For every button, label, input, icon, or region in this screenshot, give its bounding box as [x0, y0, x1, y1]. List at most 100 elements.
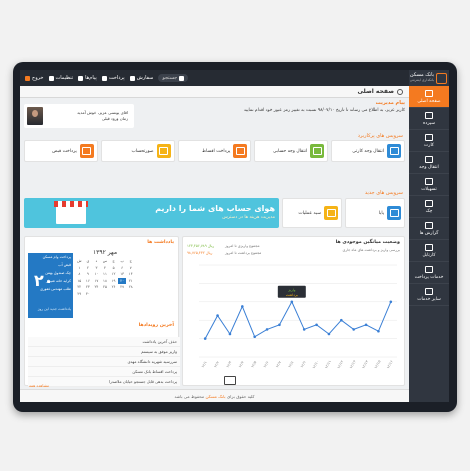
- calendar-day[interactable]: ۲۵: [101, 284, 110, 291]
- calendar-day[interactable]: ۲۴: [92, 284, 101, 291]
- calendar-day[interactable]: ۳۰: [84, 291, 93, 298]
- deposit-icon: [425, 111, 433, 119]
- service-card-account-transfer[interactable]: انتقال وجه حسابی: [254, 140, 329, 162]
- calendar-day[interactable]: ۱۹: [109, 278, 118, 285]
- reminder-item[interactable]: قبض آب: [58, 263, 71, 269]
- calendar-day[interactable]: ۱۰: [92, 271, 101, 278]
- reminder-item[interactable]: پرداخت وام مسکن: [43, 255, 71, 261]
- calendar-day[interactable]: ۲۹: [75, 291, 84, 298]
- loan-icon: [425, 177, 433, 185]
- data-point: [228, 332, 232, 336]
- calendar-day[interactable]: ۱۶: [84, 278, 93, 285]
- event-item[interactable]: سررسید شهریه دانشگاه مهدی: [28, 357, 180, 367]
- service-card-installments[interactable]: پرداخت اقساط: [177, 140, 252, 162]
- logout-button[interactable]: خروج: [25, 75, 44, 81]
- service-card-bill-payment[interactable]: پرداخت قبض: [24, 140, 98, 162]
- cartable-icon: [425, 243, 433, 251]
- payment-button[interactable]: پرداخت: [101, 75, 125, 81]
- mail-icon: [78, 75, 84, 81]
- service-card-operations[interactable]: سید عملیات: [282, 198, 342, 228]
- data-point: [302, 328, 306, 331]
- calendar-day[interactable]: ۱: [75, 265, 84, 272]
- sidebar-item-transfer[interactable]: انتقال وجه: [409, 152, 449, 174]
- sidebar: صفحه اصلی سپرده کارت انتقال وجه تسهیلات …: [409, 86, 449, 402]
- sidebar-item-home[interactable]: صفحه اصلی: [409, 86, 449, 108]
- calendar-day[interactable]: ۱۴: [126, 271, 135, 278]
- calendar-day[interactable]: ۶: [118, 265, 127, 272]
- reminder-item[interactable]: کرایه خانه شیراز: [46, 279, 71, 285]
- calendar-day[interactable]: ۷: [126, 265, 135, 272]
- sidebar-item-cartable[interactable]: کارتابل: [409, 240, 449, 262]
- service-card-card-transfer[interactable]: انتقال وجه کارتی: [331, 140, 405, 162]
- calendar-day[interactable]: ۱۵: [75, 278, 84, 285]
- x-tick-label: ۱۲/۹: [300, 360, 307, 368]
- reminder-item[interactable]: چک صندوق بهمن: [45, 271, 71, 277]
- brand: بانک مسکن بانکداری اینترنتی: [409, 70, 449, 86]
- x-tick-label: ۱۲/۳: [226, 360, 233, 368]
- calendar-day[interactable]: ۲۳: [84, 284, 93, 291]
- calendar-day[interactable]: ۵: [109, 265, 118, 272]
- promo-banner[interactable]: هوای حساب های شما را داریم مدیریت هزینه …: [24, 198, 279, 228]
- calendar-day[interactable]: ۲۸: [126, 284, 135, 291]
- legend-withdraw-label: مجموع برداشت تا امروز: [225, 251, 262, 255]
- calendar-day[interactable]: ۴: [101, 265, 110, 272]
- calendar-day[interactable]: ۲۷: [118, 284, 127, 291]
- legend-deposit-label: مجموع واریزی تا امروز: [225, 244, 260, 248]
- weekday-label: پ: [120, 259, 124, 263]
- selected-day-block: ۲۰ پرداخت وام مسکن قبض آب چک صندوق بهمن …: [28, 253, 73, 318]
- messages-button[interactable]: پیام‌ها: [78, 75, 97, 81]
- calendar-day[interactable]: ۸: [75, 271, 84, 278]
- calendar-day[interactable]: ۱۷: [92, 278, 101, 285]
- calendar-day[interactable]: ۲۰: [117, 277, 127, 285]
- calendar-day[interactable]: ۲۶: [109, 284, 118, 291]
- balance-line-chart: ۱۲/۱ ۱۲/۲ ۱۲/۳ ۱۲/۴ ۱۲/۵ ۱۲/۶ ۱۲/۷ ۱۲/۸ ۱۲/۹ ۱۲/۱…: [199, 264, 397, 369]
- page-title-bar: صفحه اصلی: [20, 86, 409, 98]
- transfer-icon: [425, 155, 433, 163]
- calendar-day[interactable]: ۱۱: [101, 271, 110, 278]
- sidebar-item-card[interactable]: کارت: [409, 130, 449, 152]
- event-item[interactable]: حذف آخرین یادداشت: [28, 337, 180, 347]
- reminders-panel: یادداشت ها ۲۰ پرداخت وام مسکن قبض آب چک …: [24, 236, 180, 388]
- event-item[interactable]: واریز موفق به سیستم: [28, 347, 180, 357]
- footer-brand[interactable]: بانک مسکن: [205, 394, 225, 399]
- screen: خروج تنظیمات پیام‌ها پرداخت سفارش جستجو …: [20, 70, 449, 402]
- weekday-label: ج: [129, 259, 132, 263]
- statement-icon: [156, 144, 171, 158]
- calendar-day[interactable]: ۲: [84, 265, 93, 272]
- operations-icon: [324, 206, 338, 220]
- x-tick-label: ۱۲/۸: [287, 360, 294, 368]
- service-card-paya[interactable]: پایا: [345, 198, 405, 228]
- sidebar-item-other-services[interactable]: سایر خدمات: [409, 284, 449, 306]
- last-login: زمان ورود قبلی: [101, 116, 128, 121]
- sidebar-item-check[interactable]: چک: [409, 196, 449, 218]
- event-item[interactable]: پرداخت بدهی قابل جستجو خیابان ملاصدرا: [28, 377, 180, 387]
- calendar-day[interactable]: ۲۱: [126, 278, 135, 285]
- calendar-day[interactable]: ۱۸: [101, 278, 110, 285]
- data-point: [340, 318, 343, 322]
- top-bar: خروج تنظیمات پیام‌ها پرداخت سفارش جستجو …: [20, 70, 449, 86]
- calendar-day[interactable]: ۹: [84, 271, 93, 278]
- calendar-day[interactable]: ۱۳: [118, 271, 127, 278]
- calendar-day[interactable]: ۲۲: [75, 284, 84, 291]
- data-point: [203, 337, 207, 340]
- calendar-grid: ش ی د س چ پ ج ۱ ۲ ۳ ۴ ۵ ۶ ۷ ۸ ۹ ۱۰ ۱۱ ۱۲ ۱۳ ۱۴ ۱۵ ۱۶ ۱۷ ۱۸ ۱۹ ۲۰ ۲۱…: [75, 258, 135, 298]
- page-title: صفحه اصلی: [357, 88, 394, 95]
- calendar-day[interactable]: ۱۲: [109, 271, 118, 278]
- reminder-item[interactable]: طلب مهندس غفوری: [40, 287, 71, 293]
- footer: کلیه حقوق برای بانک مسکن محفوظ می باشد: [20, 389, 409, 402]
- search-input[interactable]: جستجو: [158, 74, 189, 82]
- order-button[interactable]: سفارش: [129, 75, 153, 81]
- new-note-link[interactable]: یادداشت جدید این روز: [38, 307, 71, 313]
- sidebar-item-deposit[interactable]: سپرده: [409, 108, 449, 130]
- payment-icon: [425, 265, 433, 273]
- event-item[interactable]: پرداخت اقساط بانک مسکن: [28, 367, 180, 377]
- chart-panel: وضعیت میانگین موجودی ها بررسی واریز و بر…: [182, 236, 405, 386]
- sidebar-item-loan[interactable]: تسهیلات: [409, 174, 449, 196]
- pin-icon[interactable]: [224, 376, 236, 385]
- sidebar-item-payment-services[interactable]: خدمات پرداخت: [409, 262, 449, 284]
- service-card-statement[interactable]: صورتحساب: [100, 140, 175, 162]
- sidebar-item-reports[interactable]: گزارش ها: [409, 218, 449, 240]
- settings-button[interactable]: تنظیمات: [48, 75, 73, 81]
- events-more-link[interactable]: مشاهده همه: [29, 383, 49, 388]
- calendar-day[interactable]: ۳: [92, 265, 101, 272]
